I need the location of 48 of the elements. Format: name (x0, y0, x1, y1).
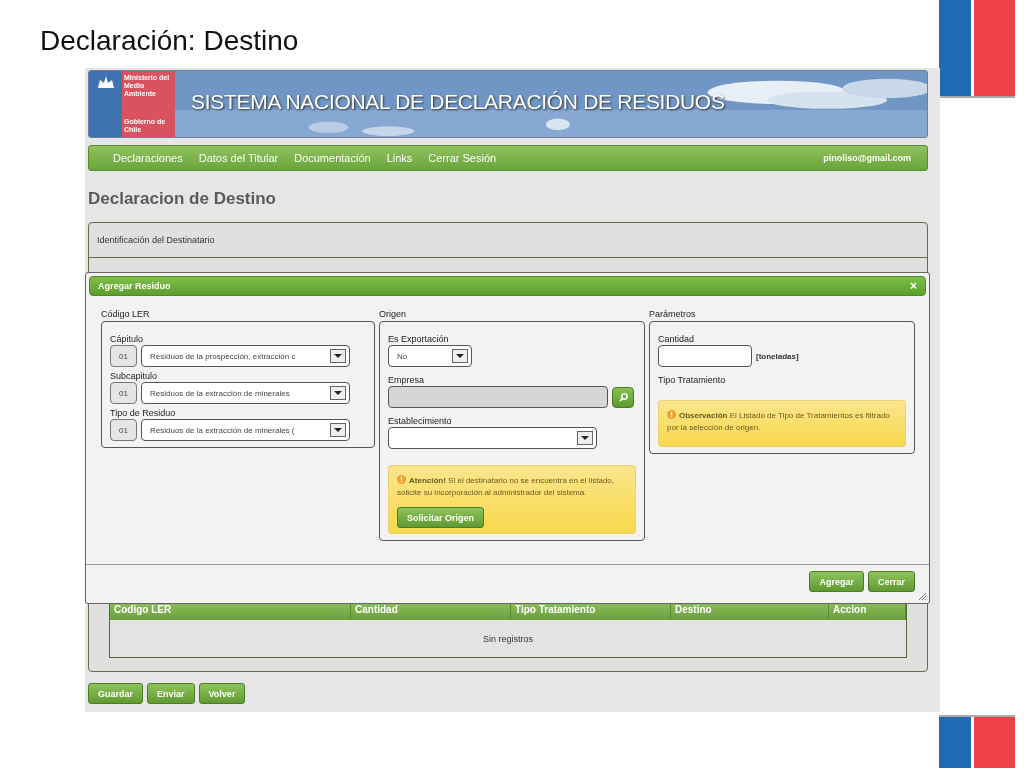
banner-title: SISTEMA NACIONAL DE DECLARACIÓN DE RESIDUOS (191, 90, 725, 114)
dialog-title: Agregar Residuo (98, 281, 171, 291)
select-field[interactable] (388, 427, 597, 449)
select-field[interactable]: No (388, 345, 472, 367)
request-origin-button[interactable]: Solicitar Origen (397, 507, 485, 528)
note-text: Observación El Listado de Tipo de Tratamientos es filtrado por la selección de origen. (667, 410, 891, 434)
field-label: Empresa (388, 375, 425, 386)
select-field[interactable]: Residuos de la extracción de minerales ( (141, 419, 350, 441)
empty-message: Sin registros (483, 633, 533, 644)
nav-link[interactable]: Datos del Titular (198, 152, 279, 164)
search-icon (618, 392, 628, 402)
fieldset-legend: Parámetros (649, 309, 915, 321)
nav-link[interactable]: Documentación (294, 152, 371, 164)
close-button[interactable]: × (910, 279, 917, 293)
select-field[interactable]: Residuos de la prospección, extracción c (141, 345, 350, 367)
page-button[interactable]: Enviar (147, 683, 195, 704)
field-label: Cantidad (658, 334, 696, 345)
dialog-button[interactable]: Agregar (809, 571, 864, 592)
search-button[interactable] (612, 386, 634, 408)
field-label: Establecimiento (388, 416, 453, 427)
info-icon (397, 475, 406, 484)
page-heading: Declaracion de Destino (88, 189, 277, 210)
field-label: Subcapitulo (110, 371, 159, 382)
slide-title: Declaración: Destino (40, 24, 299, 58)
quantity-field[interactable] (658, 345, 752, 367)
resize-grip-icon[interactable] (918, 592, 927, 601)
code-field: 01 (110, 345, 137, 367)
user-email: pinoliso@gmail.com (823, 153, 911, 163)
section-title: Identificación del Destinatario (97, 235, 215, 245)
code-field: 01 (110, 419, 137, 441)
fieldset-legend: Código LER (101, 309, 375, 321)
select-field[interactable]: Residuos de la extracción de minerales (141, 382, 350, 404)
nav-link[interactable]: Cerrar Sesión (428, 152, 497, 164)
unit-label: [toneladas] (756, 351, 799, 361)
nav-link[interactable]: Links (386, 152, 413, 164)
dialog-button[interactable]: Cerrar (867, 571, 915, 592)
field-label: Tipo de Residuo (110, 408, 177, 419)
nav-link[interactable]: Declaraciones (113, 152, 183, 164)
code-field: 01 (110, 382, 137, 404)
field-label: Cápitulo (110, 334, 145, 345)
alert-text: Atención! Si el destinatario no se encuentra en el listado, solicite su incorporación al administrador del sistema. (397, 475, 615, 499)
field-label: Tipo Tratamiento (658, 375, 727, 386)
fieldset-legend: Origen (379, 309, 645, 321)
page-button[interactable]: Guardar (88, 683, 143, 704)
field-label: Es Exportación (388, 334, 450, 345)
emblem-icon (95, 75, 116, 89)
page-button[interactable]: Volver (198, 683, 246, 704)
info-icon (667, 410, 676, 419)
